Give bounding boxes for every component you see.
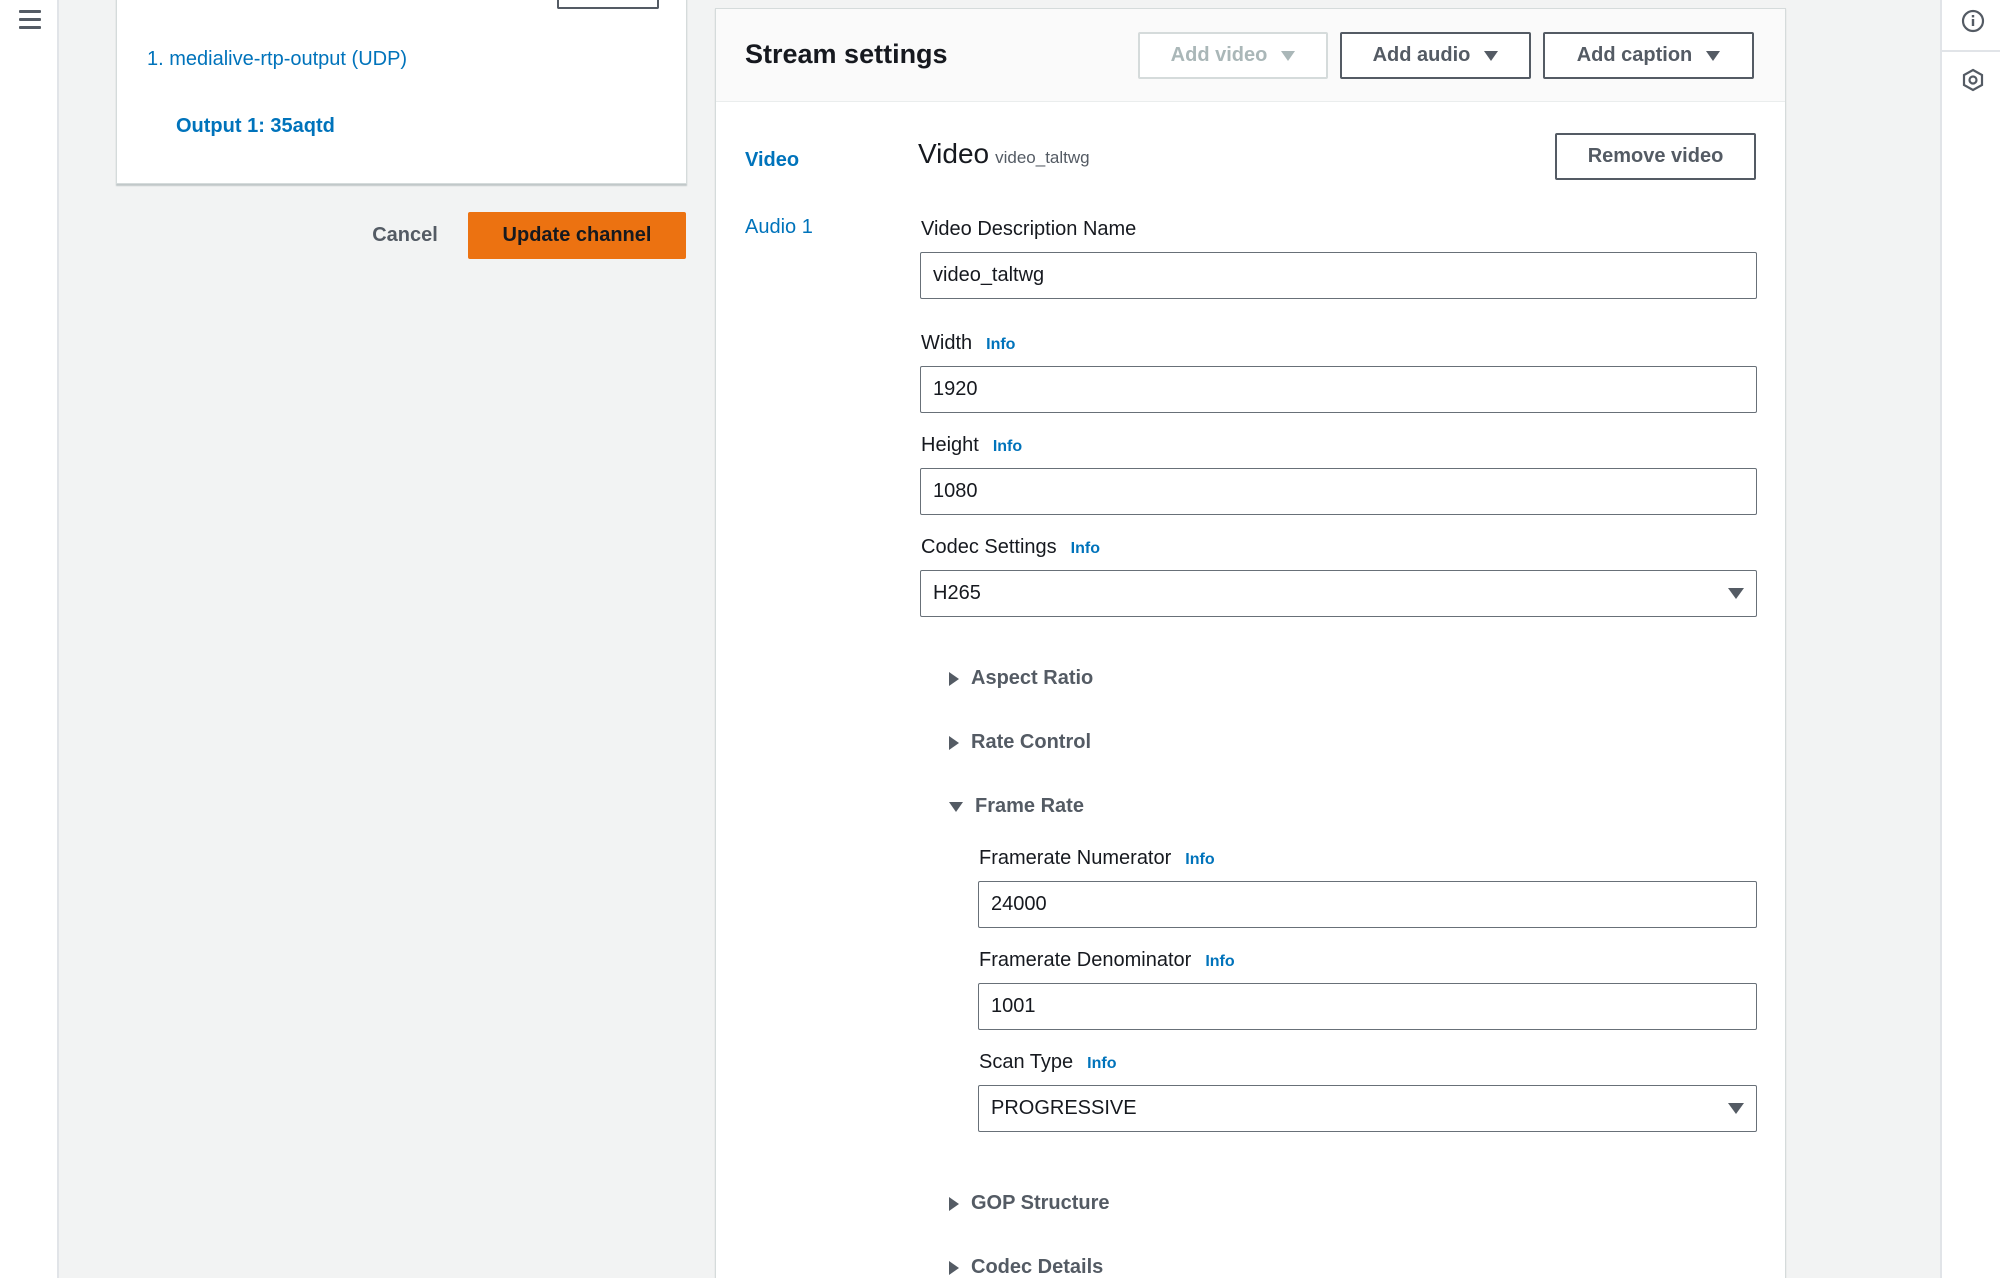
rate-control-label: Rate Control bbox=[971, 731, 1091, 753]
scan-type-label-text: Scan Type bbox=[979, 1051, 1074, 1073]
hexagon-settings-icon[interactable] bbox=[1960, 67, 1986, 93]
width-label: Width Info bbox=[921, 332, 1015, 355]
caret-down-icon bbox=[1728, 588, 1744, 599]
aspect-ratio-label: Aspect Ratio bbox=[971, 667, 1094, 689]
width-info-link[interactable]: Info bbox=[986, 336, 1015, 353]
framerate-numerator-input[interactable] bbox=[978, 881, 1757, 928]
add-video-button: Add video bbox=[1138, 32, 1328, 79]
caret-down-icon bbox=[1728, 1103, 1744, 1114]
caret-down-icon bbox=[949, 801, 963, 812]
gop-structure-label: GOP Structure bbox=[971, 1192, 1110, 1214]
codec-settings-value: H265 bbox=[933, 582, 981, 604]
caret-down-icon bbox=[1706, 50, 1721, 61]
caret-right-icon bbox=[949, 1196, 959, 1211]
video-section-title: Video video_taltwg bbox=[918, 138, 1090, 170]
tab-video[interactable]: Video bbox=[745, 149, 799, 172]
scan-type-value: PROGRESSIVE bbox=[991, 1097, 1137, 1119]
scan-type-info-link[interactable]: Info bbox=[1087, 1055, 1116, 1072]
stream-settings-panel: Stream settings Add video Add audio Add … bbox=[715, 8, 1786, 1278]
hamburger-menu-icon[interactable] bbox=[19, 10, 41, 32]
codec-settings-label: Codec Settings Info bbox=[921, 536, 1100, 559]
aspect-ratio-expander[interactable]: Aspect Ratio bbox=[949, 667, 1093, 690]
cancel-button[interactable]: Cancel bbox=[352, 212, 458, 259]
right-utility-rail bbox=[1940, 0, 2000, 1278]
stream-settings-header: Stream settings Add video Add audio Add … bbox=[716, 9, 1785, 102]
scan-type-select[interactable]: PROGRESSIVE bbox=[978, 1085, 1757, 1132]
codec-settings-label-text: Codec Settings bbox=[921, 536, 1057, 558]
output-link[interactable]: Output 1: 35aqtd bbox=[176, 115, 335, 138]
video-subheading: video_taltwg bbox=[995, 148, 1090, 167]
outputs-panel: 1. medialive-rtp-output (UDP) Output 1: … bbox=[116, 0, 687, 184]
info-circle-icon[interactable] bbox=[1960, 8, 1986, 34]
remove-video-button[interactable]: Remove video bbox=[1555, 133, 1756, 180]
add-caption-label: Add caption bbox=[1576, 44, 1693, 66]
add-video-label: Add video bbox=[1170, 44, 1268, 66]
width-input[interactable] bbox=[920, 366, 1757, 413]
height-input[interactable] bbox=[920, 468, 1757, 515]
framerate-numerator-label-text: Framerate Numerator bbox=[979, 847, 1172, 869]
add-caption-button[interactable]: Add caption bbox=[1543, 32, 1754, 79]
framerate-denominator-label: Framerate Denominator Info bbox=[979, 949, 1235, 972]
gop-structure-expander[interactable]: GOP Structure bbox=[949, 1192, 1110, 1215]
framerate-denominator-label-text: Framerate Denominator bbox=[979, 949, 1192, 971]
caret-down-icon bbox=[1484, 50, 1499, 61]
height-label-text: Height bbox=[921, 434, 979, 456]
codec-details-expander[interactable]: Codec Details bbox=[949, 1256, 1103, 1278]
caret-right-icon bbox=[949, 735, 959, 750]
height-info-link[interactable]: Info bbox=[993, 438, 1022, 455]
panel-button-stub[interactable] bbox=[557, 0, 659, 9]
codec-details-label: Codec Details bbox=[971, 1256, 1104, 1278]
add-audio-button[interactable]: Add audio bbox=[1340, 32, 1531, 79]
framerate-denominator-info-link[interactable]: Info bbox=[1205, 953, 1234, 970]
codec-settings-select[interactable]: H265 bbox=[920, 570, 1757, 617]
rail-divider bbox=[1942, 50, 2000, 52]
framerate-numerator-info-link[interactable]: Info bbox=[1185, 851, 1214, 868]
scan-type-label: Scan Type Info bbox=[979, 1051, 1116, 1074]
frame-rate-expander[interactable]: Frame Rate bbox=[949, 795, 1084, 818]
update-channel-button[interactable]: Update channel bbox=[468, 212, 686, 259]
output-group-link[interactable]: 1. medialive-rtp-output (UDP) bbox=[147, 48, 407, 71]
caret-right-icon bbox=[949, 1260, 959, 1275]
codec-info-link[interactable]: Info bbox=[1071, 540, 1100, 557]
tab-audio-1[interactable]: Audio 1 bbox=[745, 216, 813, 239]
width-label-text: Width bbox=[921, 332, 973, 354]
framerate-denominator-input[interactable] bbox=[978, 983, 1757, 1030]
video-description-name-label: Video Description Name bbox=[921, 218, 1137, 240]
add-audio-label: Add audio bbox=[1372, 44, 1471, 66]
video-heading: Video bbox=[918, 138, 990, 169]
frame-rate-label: Frame Rate bbox=[975, 795, 1084, 817]
caret-down-icon bbox=[1281, 50, 1296, 61]
rate-control-expander[interactable]: Rate Control bbox=[949, 731, 1091, 754]
left-nav-rail bbox=[0, 0, 59, 1278]
caret-right-icon bbox=[949, 671, 959, 686]
height-label: Height Info bbox=[921, 434, 1022, 457]
stream-settings-title: Stream settings bbox=[745, 39, 948, 69]
framerate-numerator-label: Framerate Numerator Info bbox=[979, 847, 1215, 870]
video-description-name-input[interactable] bbox=[920, 252, 1757, 299]
